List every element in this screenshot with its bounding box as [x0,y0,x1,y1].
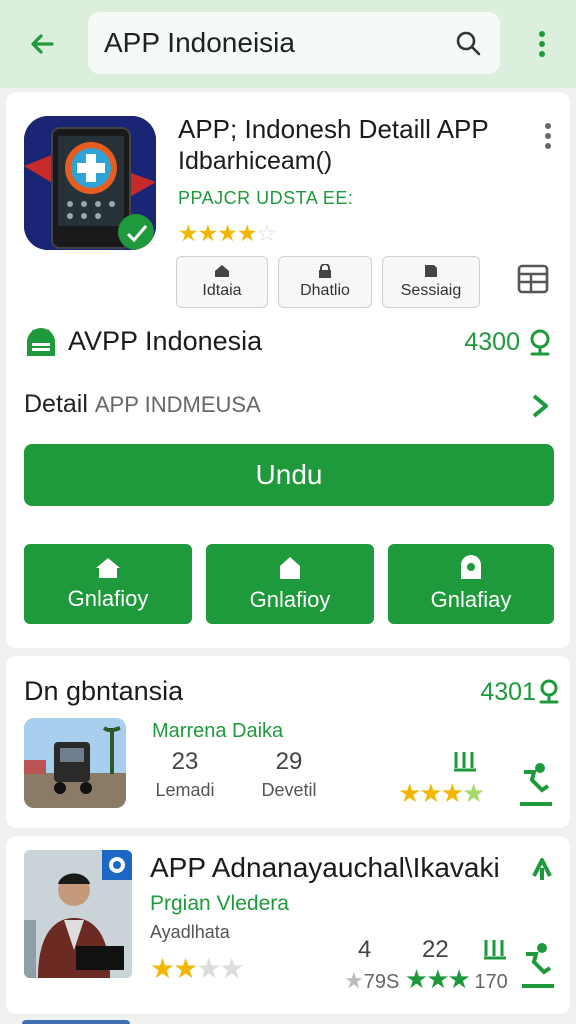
developer-name[interactable]: PPAJCR UDSTA EE: [178,188,353,209]
stat-label: Lemadi [155,780,215,800]
stat-label: Devetil [261,780,317,800]
brand-name: AVPP Indonesia [68,326,263,356]
star-small-icon: ★ [344,968,364,993]
bar-icon [484,940,506,960]
action-button-1[interactable]: Gnlafioy [24,544,192,624]
stat-block: 29 Devetil [254,748,324,801]
item-name[interactable]: Marrena Daika [152,720,283,743]
house-icon [280,557,300,579]
rating-stars-filled: ★★★ [404,964,471,994]
search-icon[interactable] [526,328,554,356]
search-input[interactable]: APP Indoneisia [104,27,452,59]
app-title: APP; Indonesh Detaill APP [178,114,489,144]
table-icon[interactable] [514,260,552,298]
top-app-bar: APP Indoneisia [0,0,576,88]
card-title: Dn gbntansia [24,676,184,706]
location-icon [461,555,481,579]
action-label: Gnlafioy [67,586,149,611]
more-vert-icon[interactable] [522,24,562,64]
rating-stars: ★★★★☆ [178,220,277,247]
android-icon [27,328,55,356]
document-icon [425,265,437,277]
stat-left: 79S [363,971,400,993]
search-field[interactable]: APP Indoneisia [88,12,500,74]
item-title[interactable]: APP Adnanayauchal\Ikavaki [150,852,500,884]
more-vert-icon[interactable] [534,118,562,154]
item-meta: Ayadlhata [150,922,230,942]
install-button[interactable]: Undu [24,444,554,506]
chip-info[interactable]: Idtaia [176,256,268,308]
item-subtitle: Prgian Vledera [150,892,289,915]
share-icon[interactable] [528,854,556,882]
list-card[interactable]: APP Adnanayauchal\Ikavaki Prgian Vledera… [6,836,570,1014]
stat-value: 22 [422,936,449,963]
chip-label: Dhatlio [300,282,350,299]
action-label: Gnlafiay [430,587,512,612]
back-button[interactable] [20,22,64,66]
next-card-peek [22,1020,130,1024]
download-icon[interactable] [516,760,556,808]
chip-settings[interactable]: Sessiaig [382,256,480,308]
brand-count: 4300 [464,328,520,356]
action-label: Gnlafioy [249,587,331,612]
detail-row[interactable]: Detail APP INDMEUSA [24,390,554,424]
rating-stars-filled: ★★ [150,953,198,984]
download-icon[interactable] [518,940,558,990]
chip-label: Idtaia [202,282,242,299]
app-detail-card: APP; Indonesh Detaill APP Idbarhiceam() … [6,92,570,648]
arrow-left-icon [31,34,54,54]
chip-details[interactable]: Dhatlio [278,256,372,308]
rating-stars-filled: ★★★★ [178,220,257,246]
detail-label: Detail APP INDMEUSA [24,390,261,419]
bar-icon [454,752,476,772]
stat-block: 23 Lemadi [152,748,218,801]
thumbnail-image[interactable] [24,718,126,808]
app-subtitle: Idbarhiceam() [178,147,333,175]
chevron-right-icon[interactable] [528,392,554,420]
detail-title: Detail [24,390,88,418]
stat-value: 29 [275,748,303,775]
stat-right: 170 [474,971,508,993]
rating-stars-empty: ★★ [196,953,244,984]
action-button-2[interactable]: Gnlafioy [206,544,374,624]
rating-star-half: ★ [461,778,485,808]
chip-label: Sessiaig [400,282,462,299]
rating-stars-filled: ★★★ [398,778,464,808]
stat-value: 4 [358,936,372,963]
search-icon[interactable] [452,27,484,59]
search-icon[interactable] [536,678,562,704]
lock-icon [319,264,331,278]
action-button-3[interactable]: Gnlafiay [388,544,554,624]
rating-stars: ★★★★ [398,778,485,809]
home-icon [215,265,229,277]
stat-row: ★79S ★★★ 170 [344,964,508,995]
detail-value: APP INDMEUSA [94,392,261,417]
app-icon[interactable] [24,116,156,250]
stat-value: 23 [171,748,199,775]
home-icon [96,558,120,578]
rating-star-empty: ☆ [256,220,277,246]
brand-row: AVPP Indonesia 4300 [24,324,554,360]
list-card[interactable]: Dn gbntansia 4301 Marrena Daika 23 Lemad… [6,656,570,828]
thumbnail-image[interactable] [24,850,132,978]
card-count: 4301 [480,678,536,706]
rating-stars: ★★★★ [150,952,244,985]
